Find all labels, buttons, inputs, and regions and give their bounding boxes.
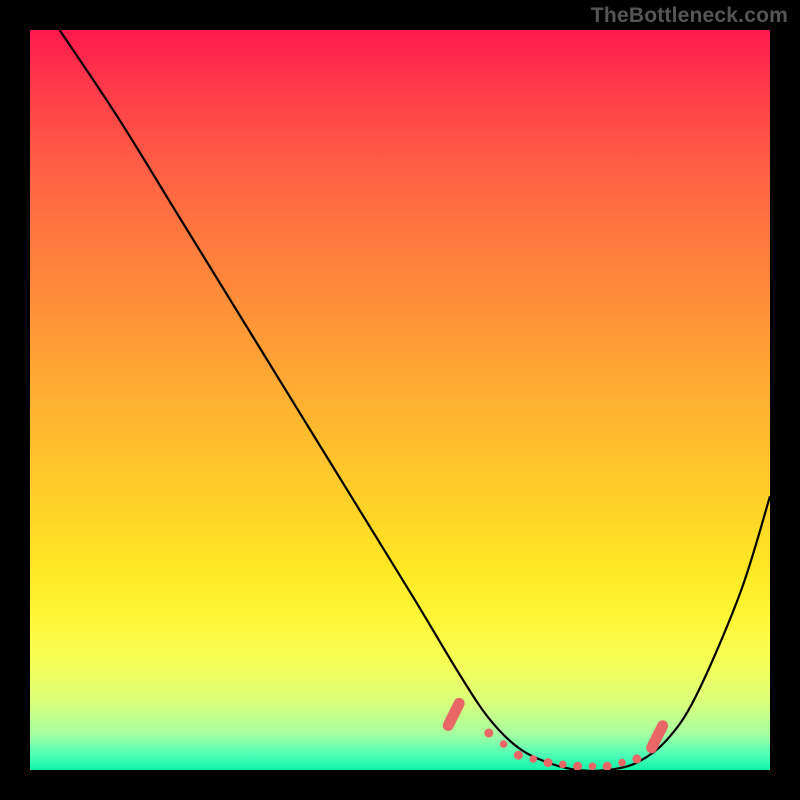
marker-dot (632, 754, 641, 763)
curve-svg (30, 30, 770, 770)
plot-area (30, 30, 770, 770)
marker-dot (544, 758, 553, 767)
marker-dot (500, 740, 508, 748)
marker-dot (529, 755, 537, 763)
watermark-text: TheBottleneck.com (591, 4, 788, 28)
marker-dot (603, 762, 612, 770)
marker-start-dash (448, 703, 459, 725)
marker-dot (514, 751, 523, 760)
marker-dot (559, 761, 567, 769)
marker-dot (589, 763, 597, 771)
marker-dot (573, 762, 582, 770)
bottleneck-curve-path (60, 30, 770, 770)
marker-dot (618, 759, 626, 767)
highlight-markers (448, 703, 662, 770)
chart-container: TheBottleneck.com (0, 0, 800, 800)
marker-dot (484, 729, 493, 738)
